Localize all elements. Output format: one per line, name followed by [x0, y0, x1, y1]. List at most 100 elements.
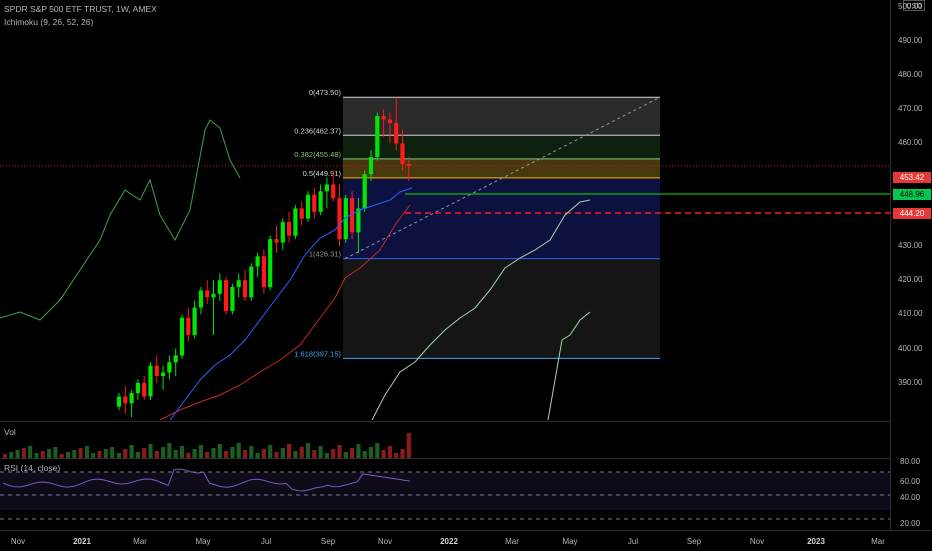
candle-body — [224, 280, 229, 311]
candle-body — [261, 256, 266, 288]
volume-bar — [337, 445, 342, 458]
candle-body — [173, 355, 178, 363]
time-axis[interactable]: Nov 2021 Mar May Jul Sep Nov 2022 Mar May Jul Sep No… — [0, 530, 932, 551]
volume-bar — [331, 449, 336, 458]
candle-body — [375, 116, 380, 158]
volume-bar — [198, 445, 203, 458]
time-axis-label: May — [195, 537, 211, 546]
volume-bar — [375, 443, 380, 458]
fib-zone — [343, 177, 660, 259]
price-tick-label: 410.00 — [898, 309, 923, 319]
volume-bar — [192, 449, 197, 458]
volume-bar — [15, 450, 20, 458]
volume-bar — [148, 444, 153, 458]
candle-body — [299, 208, 304, 219]
candle-body — [123, 396, 128, 404]
fib-level-label: 0(473.50) — [309, 88, 342, 97]
volume-bar — [103, 449, 108, 458]
price-chart-pane[interactable]: 0(473.50) 0.236(462.37) 0.382(455.48) 0.5(4… — [0, 0, 890, 420]
candle-body — [161, 372, 166, 376]
price-tick-label: 490.00 — [898, 35, 923, 45]
volume-bar — [230, 447, 235, 458]
volume-bar — [381, 450, 386, 458]
volume-bar — [78, 448, 83, 458]
candle-body — [142, 382, 147, 397]
candle-body — [192, 307, 197, 335]
candle-body — [381, 116, 386, 120]
volume-bar — [280, 448, 285, 458]
volume-bar — [179, 446, 185, 458]
candle-body — [255, 256, 260, 267]
fib-level-label: 0.236(462.37) — [294, 126, 341, 135]
candle-body — [368, 157, 374, 175]
time-axis-label: Jul — [627, 537, 639, 546]
volume-legend[interactable]: Vol — [4, 427, 16, 437]
price-tick-label: 420.00 — [898, 275, 923, 285]
fib-level-label: 1(426.31) — [309, 250, 342, 259]
volume-bar — [249, 446, 254, 458]
volume-bar — [154, 451, 159, 458]
volume-bar — [312, 450, 317, 458]
candle-body — [268, 239, 273, 288]
price-chart-canvas[interactable]: 0(473.50) 0.236(462.37) 0.382(455.48) 0.5(4… — [0, 0, 890, 420]
volume-bar — [142, 448, 147, 458]
fib-level-label: 0.5(449.91) — [303, 169, 342, 178]
candle-body — [179, 317, 185, 356]
candle-body — [129, 393, 134, 404]
price-tick-label: 460.00 — [898, 138, 923, 148]
candle-body — [135, 382, 140, 394]
fib-zone — [343, 135, 660, 159]
volume-bar — [293, 451, 298, 458]
candle-body — [337, 198, 342, 240]
time-axis-label: 2022 — [440, 537, 458, 546]
candle-body — [205, 290, 210, 298]
candle-body — [167, 362, 172, 373]
price-tick-label: 430.00 — [898, 241, 923, 250]
rsi-tick-label: 60.00 — [900, 477, 921, 486]
candle-body — [293, 208, 298, 236]
rsi-legend[interactable]: RSI (14, close) — [4, 463, 60, 473]
volume-bar — [387, 446, 392, 458]
time-axis-label: May — [562, 537, 578, 546]
volume-bar — [368, 447, 374, 458]
price-axis[interactable]: USD 500.00490.00480.00470.00460.00450.00… — [890, 0, 932, 530]
volume-bar — [211, 448, 216, 458]
price-tick-label: 470.00 — [898, 104, 923, 114]
fibonacci-retracement: 0(473.50) 0.236(462.37) 0.382(455.48) 0.5(4… — [294, 88, 661, 359]
volume-bar — [287, 444, 292, 458]
rsi-tick-label: 40.00 — [900, 493, 921, 502]
rsi-band — [0, 472, 890, 510]
volume-bar — [217, 444, 222, 458]
volume-bar — [110, 447, 115, 458]
rsi-canvas — [0, 468, 890, 520]
ichimoku-legend[interactable]: Ichimoku (9, 26, 52, 26) — [4, 17, 93, 27]
candle-body — [186, 317, 191, 335]
candle-body — [394, 122, 399, 144]
time-axis-label: 2021 — [73, 537, 91, 546]
volume-bar — [236, 443, 241, 458]
volume-bar — [261, 449, 266, 458]
symbol-title: SPDR S&P 500 ETF TRUST, 1W, AMEX — [4, 4, 157, 14]
candle-body — [406, 163, 411, 166]
volume-bar — [167, 443, 172, 458]
volume-bar — [53, 447, 58, 458]
time-axis-label: Nov — [377, 537, 393, 546]
candle-body — [287, 222, 292, 236]
volume-bar — [350, 448, 355, 458]
chikou-span-line — [0, 119, 241, 321]
volume-bar — [305, 443, 311, 458]
candle-body — [324, 184, 329, 192]
fib-level-label: 1.618(397.15) — [294, 349, 341, 358]
candle-body — [362, 174, 367, 209]
time-axis-label: Mar — [871, 537, 885, 546]
rsi-tick-label: 20.00 — [900, 519, 921, 528]
volume-canvas — [3, 433, 411, 458]
time-axis-label: Nov — [749, 537, 765, 546]
rsi-pane[interactable]: RSI (14, close) — [0, 458, 890, 531]
volume-pane[interactable]: Vol — [0, 421, 890, 458]
time-axis-label: Nov — [10, 537, 26, 546]
time-axis-label: 2023 — [807, 537, 825, 546]
candle-body — [154, 365, 159, 376]
volume-bar — [84, 446, 89, 458]
candle-body — [387, 119, 392, 123]
